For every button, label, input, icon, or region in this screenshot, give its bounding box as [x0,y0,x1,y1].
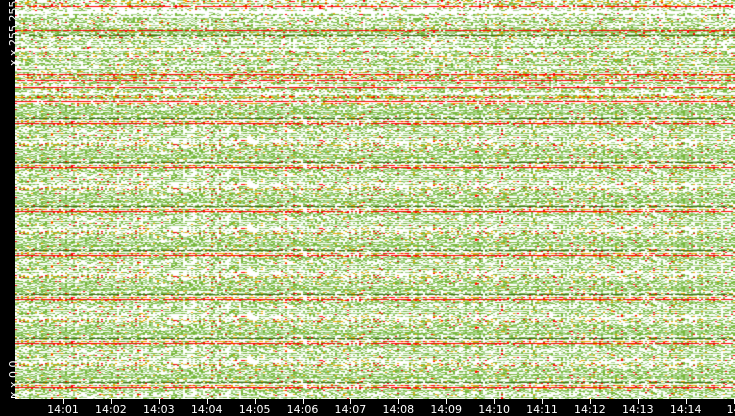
x-tick-label: 14:06 [286,403,319,416]
x-tick-label: 14:02 [95,403,127,416]
x-tick-label: 14:01 [47,403,79,416]
x-tick-label: 14:11 [526,403,558,416]
x-tick-label: 14:05 [238,403,271,416]
heatmap-canvas [15,0,735,399]
x-axis: 14:01 14:02 14:03 14:04 14:05 14:06 14:07 14:08… [0,399,735,416]
x-tick-label: 14:10 [478,403,510,416]
x-tick-label: 14:09 [430,403,463,416]
x-tick-label: 14:12 [574,403,606,416]
x-tick-label: 14:07 [334,403,367,416]
heatmap-plot[interactable] [15,0,735,399]
y-axis: x.x.255.255 x.x.0.0 [0,0,20,400]
x-tick-label: 14 [726,403,735,416]
x-tick-label: 14:13 [621,403,654,416]
x-tick-label: 14:03 [142,403,175,416]
x-tick-label: 14:14 [669,403,702,416]
x-tick-label: 14:08 [382,403,415,416]
x-tick-label: 14:04 [190,403,223,416]
